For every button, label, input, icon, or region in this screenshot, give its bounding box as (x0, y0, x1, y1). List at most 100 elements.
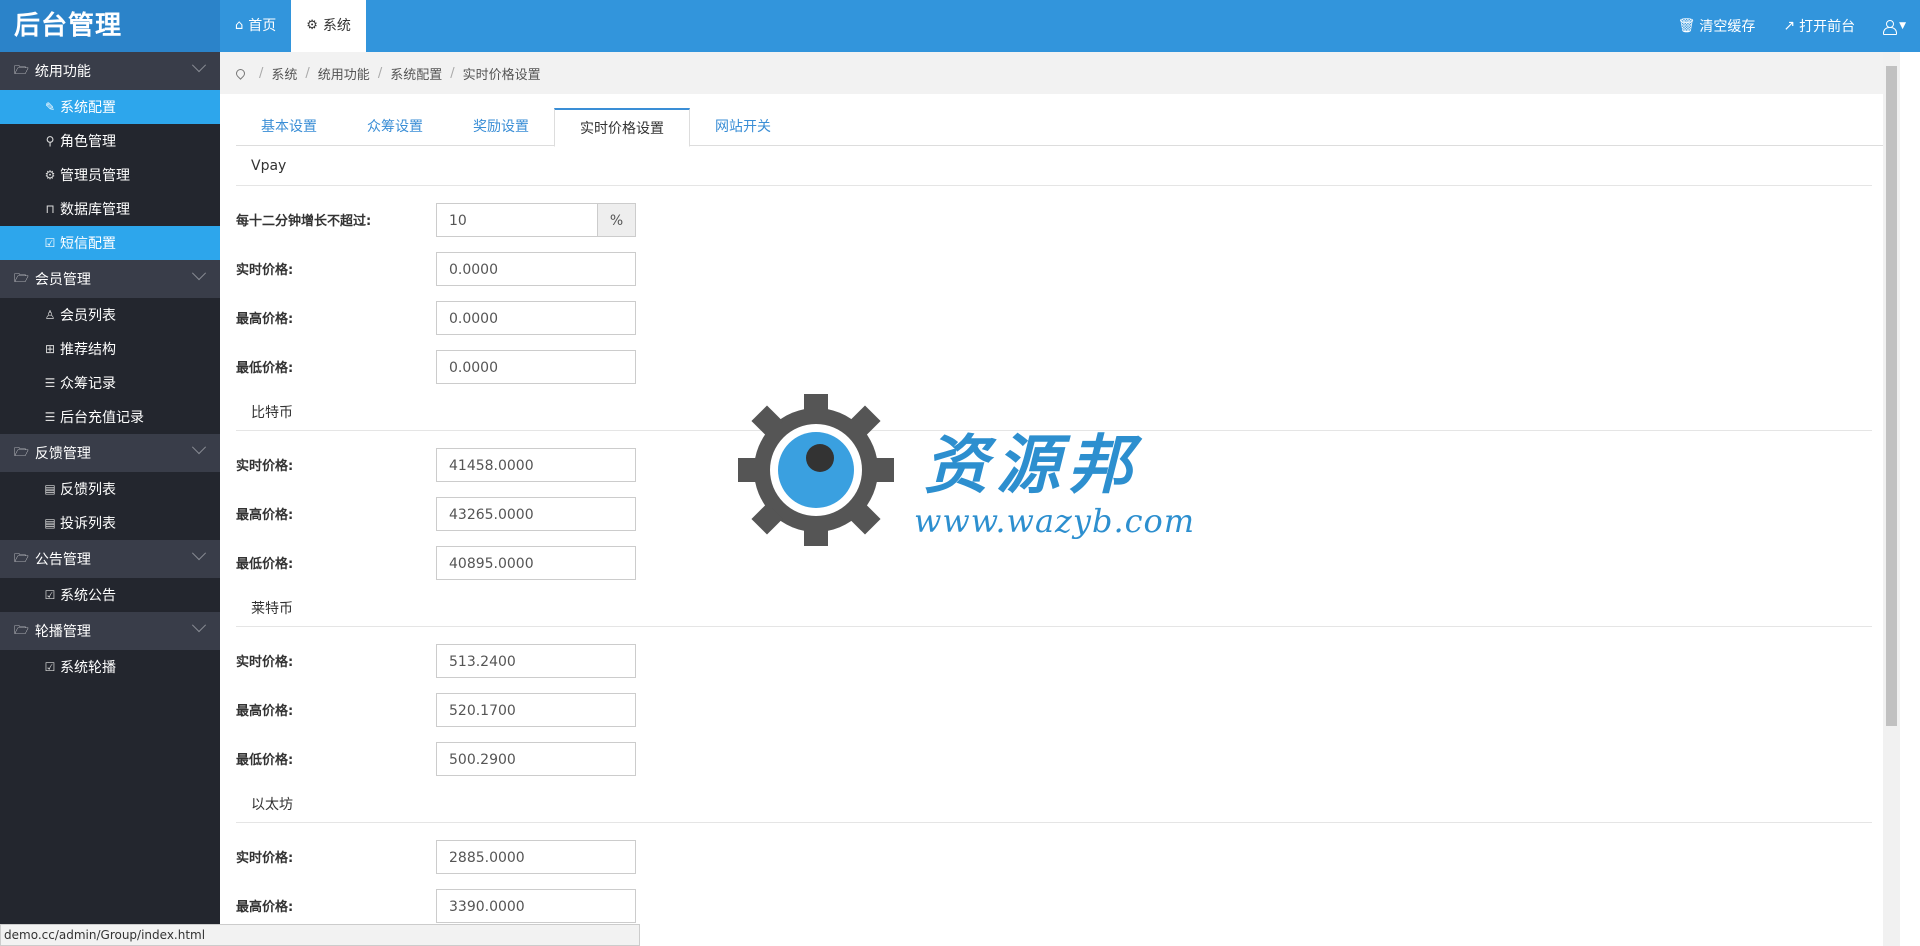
file-icon: ▤ (44, 482, 56, 496)
sidebar-item-complaint-list[interactable]: ▤ 投诉列表 (0, 506, 220, 540)
eth-current-price-input[interactable]: 2885.0000 (436, 839, 636, 874)
high-price-label: 最高价格: (236, 900, 294, 915)
tab-crowdfund-settings[interactable]: 众筹设置 (342, 108, 448, 146)
sidebar-item-recharge-records[interactable]: ☰ 后台充值记录 (0, 400, 220, 434)
form-row: 最高价格: 3390.0000 (236, 881, 1872, 930)
sidebar-group-label: 反馈管理 (34, 446, 91, 462)
top-tabs: ⌂ 首页 ⚙ 系统 (220, 0, 366, 52)
home-icon: ⌂ (235, 18, 244, 33)
scrollbar-thumb[interactable] (1886, 66, 1897, 726)
tab-site-switch[interactable]: 网站开关 (690, 108, 796, 146)
sidebar-item-feedback-list[interactable]: ▤ 反馈列表 (0, 472, 220, 506)
form-row: 实时价格: 513.2400 (236, 636, 1872, 685)
tab-realtime-price-settings[interactable]: 实时价格设置 (554, 108, 690, 147)
sidebar-item-sms[interactable]: ☑ 短信配置 (0, 226, 220, 260)
gear-icon: ⚙ (306, 18, 318, 33)
sidebar-item-label: 推荐结构 (60, 342, 116, 358)
sidebar-item-admin[interactable]: ⚙ 管理员管理 (0, 158, 220, 192)
eth-high-price-input[interactable]: 3390.0000 (436, 888, 636, 923)
ltc-low-price-input[interactable]: 500.2900 (436, 741, 636, 776)
breadcrumb-item[interactable]: 系统 (271, 64, 297, 83)
btc-low-price-input[interactable]: 40895.0000 (436, 545, 636, 580)
section-title: 莱特币 (236, 587, 1872, 627)
growth-limit-label: 每十二分钟增长不超过: (236, 214, 372, 229)
current-price-label: 实时价格: (236, 263, 294, 278)
sidebar-group-carousel[interactable]: 🗁 轮播管理 (0, 612, 220, 650)
btc-current-price-input[interactable]: 41458.0000 (436, 447, 636, 482)
sidebar-item-database[interactable]: ⊓ 数据库管理 (0, 192, 220, 226)
form-row: 实时价格: 2885.0000 (236, 832, 1872, 881)
percent-addon: % (598, 202, 636, 237)
form-row: 实时价格: 0.0000 (236, 244, 1872, 293)
ltc-high-price-input[interactable]: 520.1700 (436, 692, 636, 727)
vpay-high-price-input[interactable]: 0.0000 (436, 300, 636, 335)
list-icon: ☰ (44, 410, 56, 424)
high-price-label: 最高价格: (236, 508, 294, 523)
sidebar-item-crowdfund-records[interactable]: ☰ 众筹记录 (0, 366, 220, 400)
growth-limit-input[interactable]: 10 (436, 202, 598, 237)
user-menu-button[interactable]: ▼ (1869, 19, 1920, 35)
tab-home-label: 首页 (248, 18, 277, 34)
vpay-current-price-input[interactable]: 0.0000 (436, 251, 636, 286)
sidebar-group-common[interactable]: 🗁 统用功能 (0, 52, 220, 90)
sidebar-item-label: 投诉列表 (60, 516, 116, 532)
grid-icon: ⊞ (44, 342, 56, 356)
breadcrumb-item[interactable]: 统用功能 (318, 64, 370, 83)
low-price-label: 最低价格: (236, 361, 294, 376)
folder-open-icon: 🗁 (14, 62, 29, 77)
breadcrumb-separator: / (305, 65, 310, 81)
btc-high-price-input[interactable]: 43265.0000 (436, 496, 636, 531)
low-price-label: 最低价格: (236, 557, 294, 572)
sidebar-item-label: 角色管理 (60, 134, 116, 150)
tab-system[interactable]: ⚙ 系统 (291, 0, 366, 52)
sidebar-item-label: 反馈列表 (60, 482, 116, 498)
sidebar-group-member[interactable]: 🗁 会员管理 (0, 260, 220, 298)
sidebar-item-referral[interactable]: ⊞ 推荐结构 (0, 332, 220, 366)
sidebar-item-label: 短信配置 (60, 236, 116, 252)
open-frontend-button[interactable]: ↗ 打开前台 (1769, 16, 1869, 36)
chevron-down-icon (191, 266, 207, 281)
folder-open-icon: 🗁 (14, 444, 29, 459)
chevron-down-icon (191, 546, 207, 561)
sidebar-item-label: 众筹记录 (60, 376, 116, 392)
breadcrumb-item[interactable]: 系统配置 (390, 64, 442, 83)
folder-open-icon: 🗁 (14, 550, 29, 565)
folder-open-icon: 🗁 (14, 622, 29, 637)
section-title: 以太坊 (236, 783, 1872, 823)
open-frontend-label: 打开前台 (1799, 19, 1856, 35)
top-right-actions: 🗑 清空缓存 ↗ 打开前台 ▼ (1664, 0, 1920, 52)
vertical-scrollbar[interactable] (1883, 52, 1900, 946)
tab-basic-settings[interactable]: 基本设置 (236, 108, 342, 146)
settings-tabs: 基本设置 众筹设置 奖励设置 实时价格设置 网站开关 (236, 108, 1886, 147)
growth-limit-group: 10 % (436, 202, 636, 237)
edit-icon: ☑ (44, 236, 56, 250)
sidebar-item-system-carousel[interactable]: ☑ 系统轮播 (0, 650, 220, 684)
breadcrumb: / 系统 / 统用功能 / 系统配置 / 实时价格设置 (220, 52, 1900, 94)
gear-icon: ⚙ (44, 168, 56, 182)
tab-system-label: 系统 (322, 18, 351, 34)
tab-home[interactable]: ⌂ 首页 (220, 0, 291, 52)
caret-down-icon: ▼ (1899, 21, 1906, 31)
vpay-low-price-input[interactable]: 0.0000 (436, 349, 636, 384)
ltc-current-price-input[interactable]: 513.2400 (436, 643, 636, 678)
sidebar-group-feedback[interactable]: 🗁 反馈管理 (0, 434, 220, 472)
breadcrumb-separator: / (377, 65, 383, 81)
sidebar-item-system-announcement[interactable]: ☑ 系统公告 (0, 578, 220, 612)
sidebar-item-member-list[interactable]: ♙ 会员列表 (0, 298, 220, 332)
sidebar-group-announcement[interactable]: 🗁 公告管理 (0, 540, 220, 578)
tab-reward-settings[interactable]: 奖励设置 (448, 108, 554, 146)
clear-cache-button[interactable]: 🗑 清空缓存 (1664, 16, 1770, 36)
sidebar-item-system-config[interactable]: ✎ 系统配置 (0, 90, 220, 124)
chevron-down-icon (191, 58, 207, 73)
high-price-label: 最高价格: (236, 704, 294, 719)
sidebar-group-label: 轮播管理 (34, 624, 91, 640)
current-price-label: 实时价格: (236, 459, 294, 474)
wrench-icon: ✎ (44, 100, 56, 114)
breadcrumb-separator: / (450, 65, 455, 81)
status-bar-url: demo.cc/admin/Group/index.html (0, 924, 640, 946)
location-pin-icon (234, 66, 247, 80)
chevron-down-icon (191, 618, 207, 633)
sidebar-item-role[interactable]: ⚲ 角色管理 (0, 124, 220, 158)
sidebar-item-label: 数据库管理 (60, 202, 130, 218)
top-bar: 后台管理 ⌂ 首页 ⚙ 系统 🗑 清空缓存 ↗ 打开前台 ▼ (0, 0, 1920, 52)
